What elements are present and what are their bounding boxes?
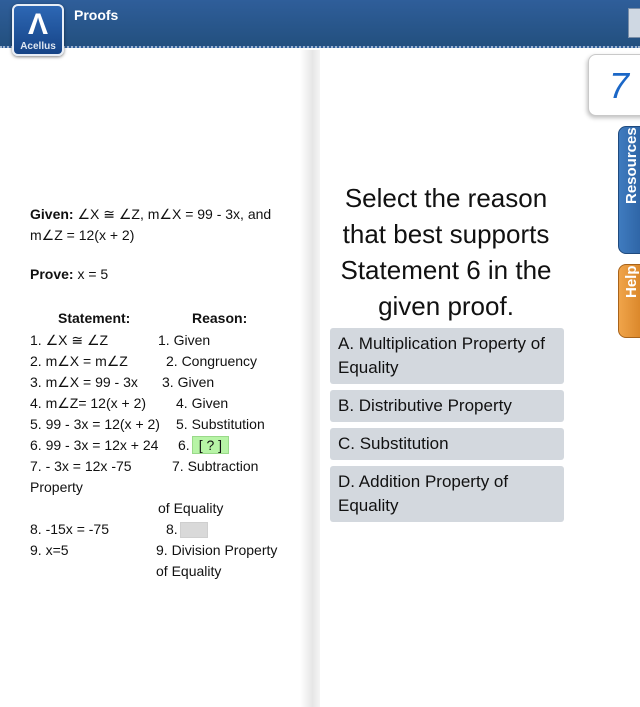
acellus-a-icon: Λ [27,8,48,41]
statement-1: 1. ∠X ≅ ∠Z [30,332,109,348]
option-d[interactable]: D. Addition Property of Equality [330,466,564,522]
statement-7: 7. - 3x = 12x -75 [30,458,132,474]
reason-5: 5. Substitution [176,416,265,432]
prove-text: x = 5 [77,266,109,282]
given-line-1: ∠X ≅ ∠Z, m∠X = 99 - 3x, and [77,206,272,222]
statement-header: Statement: [58,310,131,326]
prove-label: Prove: [30,266,74,282]
reason-9: 9. Division Property [156,542,278,558]
statement-6: 6. 99 - 3x = 12x + 24 [30,437,159,453]
reason-7-continued: of Equality [158,500,224,516]
reason-9-continued: of Equality [156,563,222,579]
help-label: Help [623,265,640,298]
reason-8-blank [179,522,208,539]
resources-label: Resources [623,127,640,204]
reason-header: Reason: [192,310,248,326]
reason-1: 1. Given [158,332,211,348]
statement-8: 8. -15x = -75 [30,521,109,537]
given-line-2: m∠Z = 12(x + 2) [30,227,135,243]
statement-5: 5. 99 - 3x = 12(x + 2) [30,416,160,432]
option-b[interactable]: B. Distributive Property [330,390,564,422]
option-c[interactable]: C. Substitution [330,428,564,460]
reason-8: 8. [166,520,208,539]
corner-tab[interactable] [628,8,640,38]
top-bar: Proofs [0,0,640,48]
resources-tab[interactable]: Resources [618,126,640,254]
statement-4: 4. m∠Z= 12(x + 2) [30,395,147,411]
option-a[interactable]: A. Multiplication Property of Equality [330,328,564,384]
reason-2: 2. Congruency [166,353,258,369]
statement-7-continued: Property [30,479,83,495]
prove-block: Prove: x = 5 [30,266,108,282]
reason-6-number: 6. [178,437,190,453]
statement-2: 2. m∠X = m∠Z [30,353,128,369]
reason-7: 7. Subtraction [172,458,259,474]
statement-3: 3. m∠X = 99 - 3x [30,374,138,390]
reason-6: 6.[ ? ] [178,436,230,454]
question-number-tab[interactable]: 7 [588,54,640,116]
logo-text: Acellus [20,41,56,52]
reason-6-blank: [ ? ] [191,436,230,454]
question-prompt: Select the reason that best supports Sta… [340,183,552,321]
help-tab[interactable]: Help [618,264,640,338]
reason-8-number: 8. [166,521,178,537]
statement-9: 9. x=5 [30,542,69,558]
reason-3: 3. Given [162,374,215,390]
acellus-logo[interactable]: Λ Acellus [12,4,64,56]
given-label: Given: [30,206,74,222]
given-block: Given: ∠X ≅ ∠Z, m∠X = 99 - 3x, and m∠Z =… [30,204,300,246]
reason-4: 4. Given [176,395,229,411]
question-number: 7 [608,65,630,106]
app-title: Proofs [74,7,119,23]
